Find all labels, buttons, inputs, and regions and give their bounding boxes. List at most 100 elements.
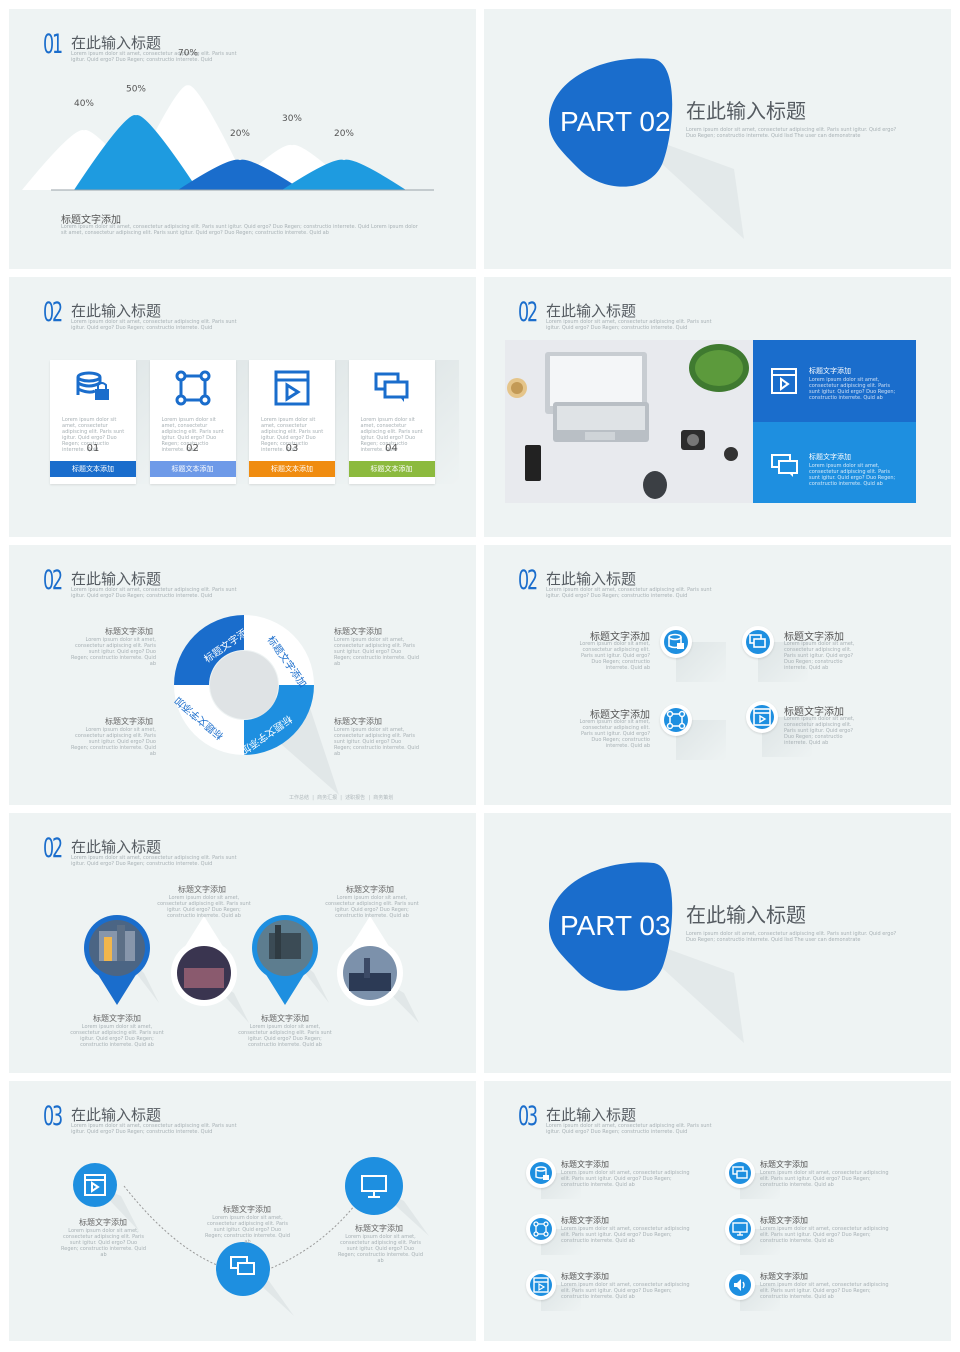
feature-card[interactable]: Lorem ipsum dolor sit amet, consectetur …	[149, 360, 236, 484]
feature-card[interactable]: Lorem ipsum dolor sit amet, consectetur …	[50, 360, 136, 484]
footer-item: 商务汇报	[317, 795, 338, 801]
pin-desc: Lorem ipsum dolor sit amet, consectetur …	[70, 1024, 164, 1048]
data-label: 20%	[334, 129, 354, 139]
part-desc: Lorem ipsum dolor sit amet, consectetur …	[686, 127, 897, 139]
slide-title: 在此输入标题	[546, 570, 637, 588]
flow-desc: Lorem ipsum dolor sit amet, consectetur …	[338, 1234, 423, 1264]
speaker-icon	[734, 1279, 745, 1291]
panel-item-desc: Lorem ipsum dolor sit amet, consectetur …	[809, 377, 896, 401]
pin-desc: Lorem ipsum dolor sit amet, consectetur …	[325, 895, 419, 919]
slide-icon-list: 03 在此输入标题 Lorem ipsum dolor sit amet, co…	[484, 1081, 951, 1341]
part-label: PART 02	[560, 106, 671, 137]
list-item-desc: Lorem ipsum dolor sit amet, consectetur …	[561, 1282, 690, 1300]
part-title: 在此输入标题	[686, 903, 806, 927]
list-item-label: 标题文字添加	[760, 1216, 808, 1225]
chat-bubbles-icon	[749, 634, 766, 648]
list-item-label: 标题文字添加	[561, 1272, 609, 1281]
slide-description: Lorem ipsum dolor sit amet, consectetur …	[546, 1123, 712, 1135]
slide-part02: PART 02 在此输入标题 Lorem ipsum dolor sit ame…	[484, 9, 951, 269]
flow-label: 标题文字添加	[79, 1218, 127, 1227]
slide-title: 在此输入标题	[546, 302, 637, 320]
slide-part03: PART 03 在此输入标题 Lorem ipsum dolor sit ame…	[484, 813, 951, 1073]
card-number: 01	[86, 443, 100, 454]
data-label: 70%	[178, 48, 198, 58]
network-nodes-icon	[533, 1221, 549, 1237]
video-window-icon	[771, 368, 797, 394]
list-item-desc: Lorem ipsum dolor sit amet, consectetur …	[760, 1282, 889, 1300]
part-blob	[549, 58, 744, 239]
footer-item: 商务策划	[373, 795, 394, 801]
list-icon-badge[interactable]	[725, 1270, 755, 1300]
icon-grid-desc: Lorem ipsum dolor sit amet, consectetur …	[784, 716, 855, 746]
list-icon-badge[interactable]	[526, 1214, 556, 1244]
slide-description: Lorem ipsum dolor sit amet, consectetur …	[546, 587, 712, 599]
list-item-desc: Lorem ipsum dolor sit amet, consectetur …	[561, 1170, 690, 1188]
slide-icon-grid: 02 在此输入标题 Lorem ipsum dolor sit amet, co…	[484, 545, 951, 805]
ring-side-label: 标题文字添加	[334, 627, 382, 636]
chat-bubbles-icon	[732, 1166, 748, 1179]
section-number: 02	[43, 297, 63, 328]
icon-badge[interactable]	[660, 704, 692, 736]
card-number: 04	[385, 443, 398, 454]
icon-badge[interactable]	[746, 701, 778, 733]
list-item-label: 标题文字添加	[760, 1160, 808, 1169]
slide-photo: 02 在此输入标题 Lorem ipsum dolor sit amet, co…	[484, 277, 951, 537]
section-number: 02	[518, 297, 538, 328]
card-number: 03	[285, 443, 299, 454]
panel-item-title: 标题文字添加	[809, 367, 851, 375]
slide-chart: 01 在此输入标题 Lorem ipsum dolor sit amet, co…	[9, 9, 476, 269]
ring-side-desc: Lorem ipsum dolor sit amet, consectetur …	[334, 727, 419, 757]
icon-badge[interactable]	[742, 626, 774, 658]
list-item-label: 标题文字添加	[760, 1272, 808, 1281]
icon-grid-desc: Lorem ipsum dolor sit amet, consectetur …	[784, 641, 855, 671]
icon-badge[interactable]	[660, 626, 692, 658]
card-label: 标题文本添加	[348, 461, 435, 477]
list-icon-badge[interactable]	[526, 1158, 556, 1188]
chart-caption-desc: Lorem ipsum dolor sit amet, consectetur …	[61, 224, 418, 236]
chat-bubbles-icon	[374, 372, 408, 402]
slide-flow: 03 在此输入标题 Lorem ipsum dolor sit amet, co…	[9, 1081, 476, 1341]
slide-title: 在此输入标题	[546, 1106, 637, 1124]
icon-grid-desc: Lorem ipsum dolor sit amet, consectetur …	[579, 641, 650, 671]
pin-label: 标题文字添加	[261, 1014, 309, 1023]
ring-side-desc: Lorem ipsum dolor sit amet, consectetur …	[71, 727, 156, 757]
slide-title: 在此输入标题	[71, 302, 162, 320]
panel-item-1[interactable]: 标题文字添加 Lorem ipsum dolor sit amet, conse…	[753, 340, 916, 422]
pin-desc: Lorem ipsum dolor sit amet, consectetur …	[238, 1024, 332, 1048]
feature-card[interactable]: Lorem ipsum dolor sit amet, consectetur …	[249, 360, 335, 484]
list-item-label: 标题文字添加	[561, 1216, 609, 1225]
panel-item-2[interactable]: 标题文字添加 Lorem ipsum dolor sit amet, conse…	[753, 422, 916, 503]
ring-side-desc: Lorem ipsum dolor sit amet, consectetur …	[334, 637, 419, 667]
slide-ring: 02 在此输入标题 Lorem ipsum dolor sit amet, co…	[9, 545, 476, 805]
pin-label: 标题文字添加	[93, 1014, 141, 1023]
feature-card[interactable]: Lorem ipsum dolor sit amet, consectetur …	[348, 360, 435, 484]
data-label: 30%	[282, 114, 302, 124]
list-item-desc: Lorem ipsum dolor sit amet, consectetur …	[561, 1226, 690, 1244]
list-item-desc: Lorem ipsum dolor sit amet, consectetur …	[760, 1170, 889, 1188]
ring-footer: 工作总结 | 商务汇报 | 述职报告 | 商务策划	[289, 795, 394, 801]
database-lock-icon	[76, 371, 109, 400]
list-icon-badge[interactable]	[725, 1158, 755, 1188]
section-number: 02	[518, 565, 538, 596]
footer-item: 工作总结	[289, 795, 310, 801]
list-icon-badge[interactable]	[526, 1270, 556, 1300]
list-item-label: 标题文字添加	[561, 1160, 609, 1169]
flow-desc: Lorem ipsum dolor sit amet, consectetur …	[205, 1215, 290, 1245]
list-icon-badge[interactable]	[725, 1214, 755, 1244]
slide-pins: 02 在此输入标题 Lorem ipsum dolor sit amet, co…	[9, 813, 476, 1073]
database-lock-icon	[535, 1166, 549, 1180]
video-window-icon	[753, 708, 771, 726]
pin-label: 标题文字添加	[346, 885, 394, 894]
card-label: 标题文本添加	[249, 461, 335, 477]
data-label: 40%	[74, 99, 94, 109]
ring-side-desc: Lorem ipsum dolor sit amet, consectetur …	[71, 637, 156, 667]
part-desc: Lorem ipsum dolor sit amet, consectetur …	[686, 931, 897, 943]
section-number: 03	[518, 1101, 538, 1132]
ring-side-label: 标题文字添加	[334, 717, 382, 726]
flow-label: 标题文字添加	[355, 1224, 403, 1233]
part-title: 在此输入标题	[686, 99, 806, 123]
part-blob	[549, 862, 744, 1043]
slide-description: Lorem ipsum dolor sit amet, consectetur …	[546, 319, 712, 331]
slide-cards: 02 在此输入标题 Lorem ipsum dolor sit amet, co…	[9, 277, 476, 537]
data-label: 50%	[126, 84, 146, 94]
